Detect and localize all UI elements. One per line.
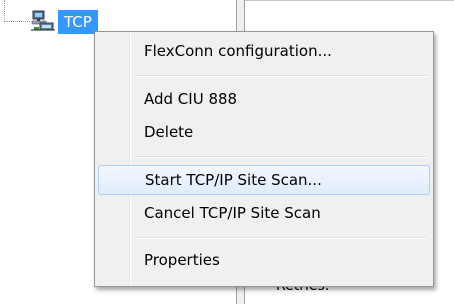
- tree-node-tcp[interactable]: TCP: [58, 10, 98, 34]
- menu-item-start-site-scan[interactable]: Start TCP/IP Site Scan...: [98, 165, 430, 195]
- menu-item-properties[interactable]: Properties: [98, 246, 430, 276]
- menu-item-delete[interactable]: Delete: [98, 118, 430, 148]
- menu-item-add-ciu-888[interactable]: Add CIU 888: [98, 85, 430, 115]
- tree-connector: [4, 21, 30, 22]
- menu-separator: [135, 75, 427, 77]
- tree-connector-vertical: [4, 0, 5, 22]
- menu-separator: [135, 156, 427, 158]
- network-computer-icon[interactable]: [31, 10, 55, 32]
- menu-separator: [135, 237, 427, 239]
- menu-item-cancel-site-scan[interactable]: Cancel TCP/IP Site Scan: [98, 199, 430, 229]
- menu-item-flexconn-configuration[interactable]: FlexConn configuration...: [98, 37, 430, 67]
- context-menu: FlexConn configuration... Add CIU 888 De…: [94, 31, 434, 287]
